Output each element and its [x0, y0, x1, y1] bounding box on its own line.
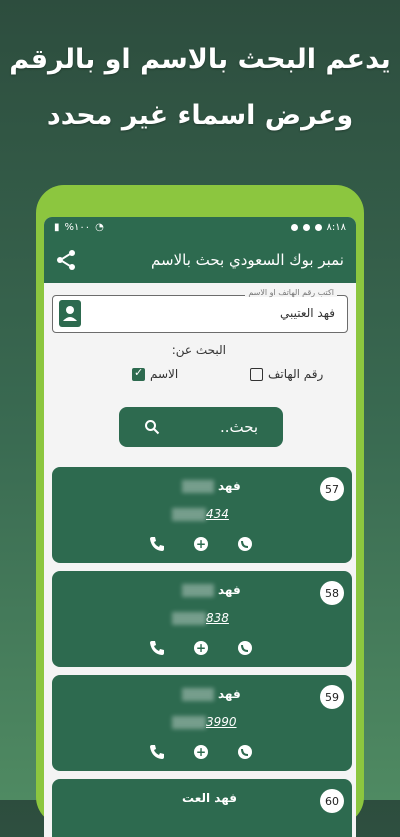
option-phone-label: رقم الهاتف [268, 367, 324, 381]
result-name: فهد [218, 583, 241, 597]
phone-checkbox[interactable] [250, 367, 263, 381]
promo-headline-2: وعرض اسماء غير محدد [46, 100, 354, 131]
contact-picker-icon[interactable] [59, 300, 81, 327]
call-icon[interactable] [148, 639, 166, 657]
result-index-badge: 58 [320, 581, 344, 605]
result-name: فهد العت [182, 791, 237, 805]
result-card: 58 فهد 838 + [52, 571, 352, 667]
result-number[interactable]: 434 [172, 507, 229, 521]
search-input[interactable]: اكتب رقم الهاتف او الاسم فهد العتيبي [52, 288, 348, 333]
call-icon[interactable] [148, 535, 166, 553]
search-button-label: بحث.. [219, 418, 259, 436]
option-name-label: الاسم [150, 367, 179, 381]
whatsapp-icon[interactable] [236, 535, 254, 553]
whatsapp-icon[interactable] [236, 743, 254, 761]
result-index-badge: 57 [320, 477, 344, 501]
wifi-icon: ◔ [95, 221, 104, 233]
app-title: نمبر بوك السعودي بحث بالاسم [151, 251, 344, 269]
search-input-value: فهد العتيبي [279, 306, 335, 320]
image-notification-icon [314, 223, 322, 231]
blurred-name [182, 480, 214, 493]
status-bar: ▮ %١٠٠ ◔ ٨:١٨ [44, 217, 356, 237]
search-by-label: البحث عن: [171, 343, 226, 357]
search-button[interactable]: بحث.. [119, 407, 283, 447]
call-icon[interactable] [148, 743, 166, 761]
result-number[interactable]: 838 [172, 611, 229, 625]
battery-text: %١٠٠ [64, 221, 91, 233]
result-name: فهد [218, 687, 241, 701]
add-contact-icon[interactable]: + [192, 639, 210, 657]
name-checkbox[interactable] [132, 366, 145, 381]
whatsapp-icon[interactable] [236, 639, 254, 657]
share-icon[interactable] [54, 248, 78, 272]
signal-icon: ▮ [54, 221, 60, 233]
result-card: 57 فهد 434 + [52, 467, 352, 563]
app-bar: نمبر بوك السعودي بحث بالاسم [44, 237, 356, 283]
result-number[interactable]: 3990 [172, 715, 237, 729]
whatsapp-notification-icon [302, 223, 310, 231]
status-time: ٨:١٨ [326, 221, 346, 233]
result-card: 59 فهد 3990 + [52, 675, 352, 771]
notification-icon [290, 223, 298, 231]
search-icon [144, 420, 160, 435]
add-contact-icon[interactable]: + [192, 743, 210, 761]
promo-headline-1: يدعم البحث بالاسم او بالرقم [9, 44, 391, 75]
result-index-badge: 59 [320, 685, 344, 709]
result-name: فهد [218, 479, 241, 493]
result-card: 60 فهد العت [52, 779, 352, 837]
blurred-name [182, 688, 214, 701]
search-input-label: اكتب رقم الهاتف او الاسم [245, 288, 337, 297]
result-index-badge: 60 [320, 789, 344, 813]
option-phone[interactable]: رقم الهاتف [250, 367, 323, 381]
phone-frame: ▮ %١٠٠ ◔ ٨:١٨ نمبر بوك السعودي بحث بالاس… [36, 185, 364, 837]
app-screen: ▮ %١٠٠ ◔ ٨:١٨ نمبر بوك السعودي بحث بالاس… [44, 217, 356, 837]
option-name[interactable]: الاسم [132, 366, 179, 381]
add-contact-icon[interactable]: + [192, 535, 210, 553]
blurred-name [182, 584, 214, 597]
